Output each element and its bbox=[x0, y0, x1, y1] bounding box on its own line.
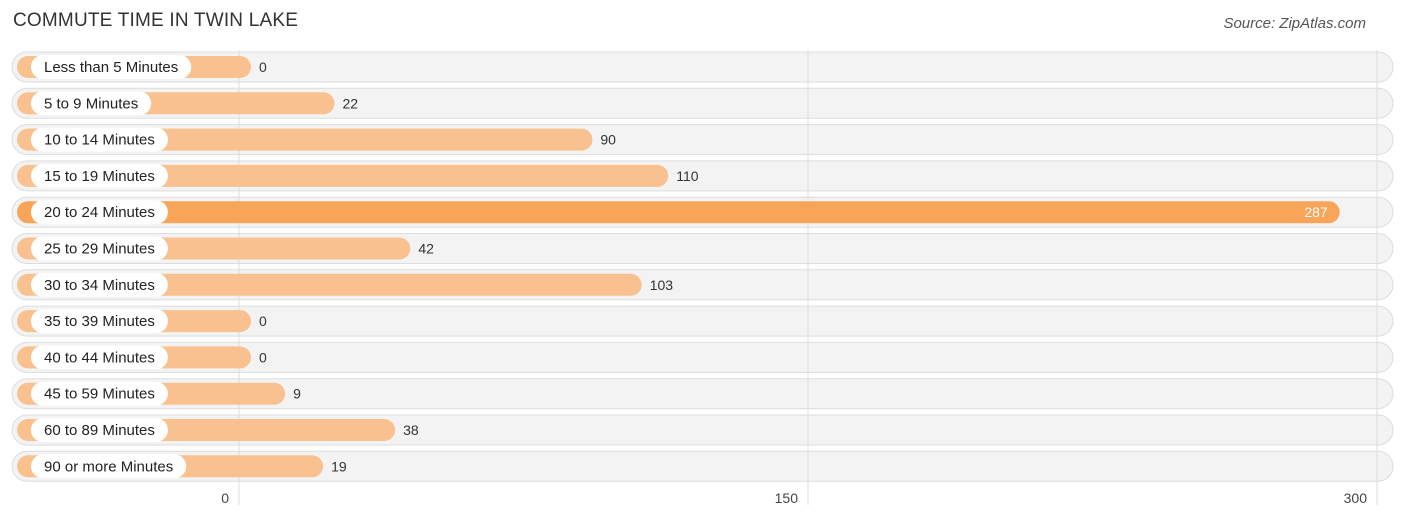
value-label: 0 bbox=[259, 59, 267, 75]
category-label: 20 to 24 Minutes bbox=[44, 204, 155, 221]
bar-row: 90 or more Minutes 19 bbox=[17, 454, 347, 479]
bar-row: 25 to 29 Minutes 42 bbox=[17, 236, 434, 261]
value-label: 0 bbox=[259, 313, 267, 329]
bar-row: 30 to 34 Minutes 103 bbox=[17, 272, 674, 297]
value-label: 19 bbox=[331, 458, 347, 474]
bar-row: 15 to 19 Minutes 110 bbox=[17, 163, 699, 188]
category-label: 30 to 34 Minutes bbox=[44, 277, 155, 294]
value-label: 42 bbox=[418, 241, 434, 257]
category-label: 10 to 14 Minutes bbox=[44, 132, 155, 149]
row-tracks bbox=[11, 51, 1394, 482]
category-label: 15 to 19 Minutes bbox=[44, 168, 155, 185]
x-axis-ticks: 0 150 300 bbox=[221, 490, 1367, 506]
value-label: 22 bbox=[342, 95, 358, 111]
value-label: 90 bbox=[600, 132, 616, 148]
category-label: 25 to 29 Minutes bbox=[44, 241, 155, 258]
bar-row: 20 to 24 Minutes 287 bbox=[17, 200, 1340, 225]
value-label: 0 bbox=[259, 349, 267, 365]
category-label: 40 to 44 Minutes bbox=[44, 349, 155, 366]
x-tick-label: 0 bbox=[221, 490, 229, 506]
value-label: 287 bbox=[1304, 204, 1328, 220]
bar-row: 40 to 44 Minutes 0 bbox=[17, 345, 267, 370]
bar-row: 35 to 39 Minutes 0 bbox=[17, 309, 267, 334]
value-label: 110 bbox=[676, 168, 699, 184]
bar bbox=[17, 201, 1340, 224]
category-label: 45 to 59 Minutes bbox=[44, 386, 155, 403]
bar-chart: Less than 5 Minutes 0 5 to 9 Minutes 22 10 t… bbox=[11, 50, 1394, 506]
category-label: 60 to 89 Minutes bbox=[44, 422, 155, 439]
category-label: 35 to 39 Minutes bbox=[44, 313, 155, 330]
category-label: 90 or more Minutes bbox=[44, 458, 173, 475]
value-label: 103 bbox=[650, 277, 674, 293]
bar-row: 5 to 9 Minutes 22 bbox=[17, 91, 358, 116]
category-label: 5 to 9 Minutes bbox=[44, 95, 138, 112]
bar-row: 45 to 59 Minutes 9 bbox=[17, 381, 301, 406]
category-label: Less than 5 Minutes bbox=[44, 59, 178, 76]
value-label: 38 bbox=[403, 422, 419, 438]
x-tick-label: 150 bbox=[775, 490, 799, 506]
bar-row: 60 to 89 Minutes 38 bbox=[17, 418, 419, 442]
bar-row: Less than 5 Minutes 0 bbox=[17, 55, 267, 79]
x-tick-label: 300 bbox=[1344, 490, 1368, 506]
value-label: 9 bbox=[293, 386, 301, 402]
bar-row: 10 to 14 Minutes 90 bbox=[17, 127, 616, 152]
